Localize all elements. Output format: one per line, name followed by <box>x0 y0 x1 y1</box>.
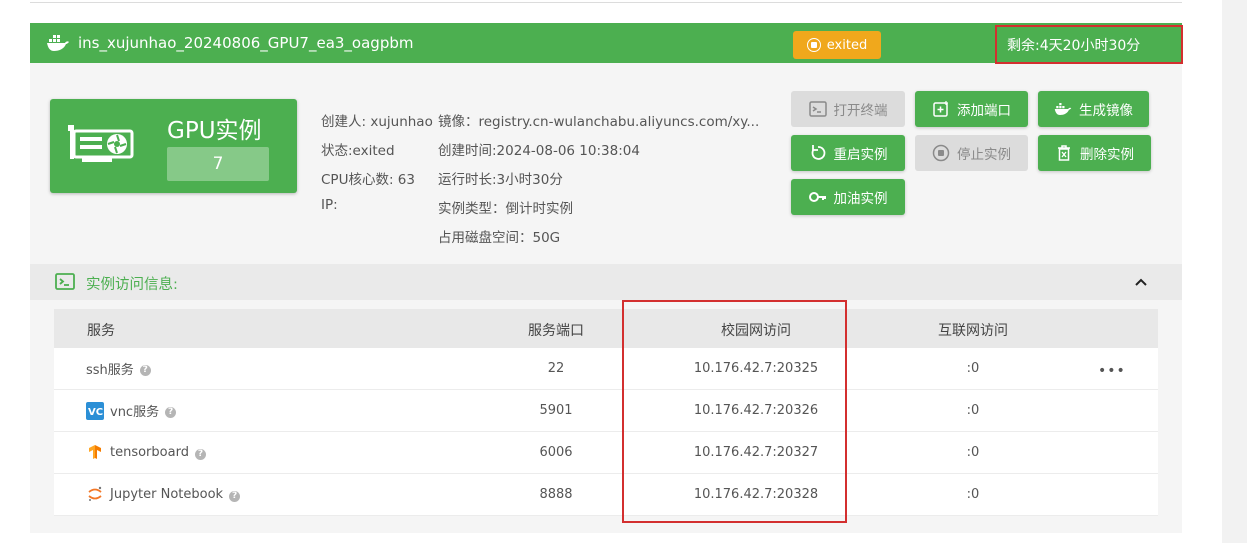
help-icon[interactable]: ? <box>165 407 177 418</box>
restart-instance-button[interactable]: 重启实例 <box>791 135 905 171</box>
key-icon <box>808 192 826 202</box>
port-cell: 8888 <box>539 487 573 502</box>
column-header-port: 服务端口 <box>528 323 584 339</box>
remaining-time: 剩余:4天20小时30分 <box>995 25 1183 64</box>
gpu-summary-card: GPU实例 7 <box>50 99 297 193</box>
service-name: Jupyter Notebook <box>110 486 224 502</box>
restart-icon <box>811 145 825 160</box>
created-time-info: 创建时间:2024-08-06 10:38:04 <box>438 143 640 159</box>
stop-instance-button[interactable]: 停止实例 <box>915 135 1028 171</box>
add-port-button[interactable]: 添加端口 <box>915 91 1028 127</box>
right-scroll-area <box>1222 0 1247 543</box>
port-cell: 22 <box>547 361 565 376</box>
instance-header: ins_xujunhao_20240806_GPU7_ea3_oagpbm ex… <box>30 23 1183 64</box>
gpu-count: 7 <box>167 147 269 181</box>
terminal-icon <box>55 273 75 290</box>
service-cell: ssh服务 ? <box>86 359 151 378</box>
disk-usage-info: 占用磁盘空间：50G <box>438 230 561 246</box>
service-name: ssh服务 <box>86 363 134 378</box>
internet-access-cell: :0 <box>966 403 980 418</box>
table-row: ssh服务 ? 22 10.176.42.7:20325 :0 ••• <box>54 348 1158 390</box>
help-icon[interactable]: ? <box>139 365 151 376</box>
instance-card: ins_xujunhao_20240806_GPU7_ea3_oagpbm ex… <box>30 23 1183 533</box>
creator-info: 创建人: xujunhao <box>321 114 433 130</box>
service-name: tensorboard <box>110 444 189 460</box>
refuel-instance-label: 加油实例 <box>833 191 888 207</box>
port-cell: 6006 <box>539 445 573 460</box>
stop-icon <box>932 144 950 162</box>
internet-access-cell: :0 <box>966 361 980 376</box>
service-cell: VC vnc服务 ? <box>86 401 177 420</box>
svg-text:VC: VC <box>88 407 103 418</box>
tensorflow-icon <box>86 443 104 461</box>
campus-access-highlight <box>622 300 847 523</box>
image-info: 镜像：registry.cn-wulanchabu.aliyuncs.com/x… <box>438 114 760 130</box>
state-info: 状态:exited <box>321 143 395 159</box>
internet-access-cell: :0 <box>966 445 980 460</box>
column-header-internet: 互联网访问 <box>938 323 1008 339</box>
ip-info: IP: <box>321 197 338 213</box>
gpu-title: GPU实例 <box>167 118 262 144</box>
stop-circle-icon <box>806 38 821 52</box>
help-icon[interactable]: ? <box>194 448 206 460</box>
open-terminal-label: 打开终端 <box>833 103 888 119</box>
more-options-icon[interactable]: ••• <box>1098 363 1126 379</box>
internet-access-cell: :0 <box>966 487 980 502</box>
build-image-label: 生成镜像 <box>1079 103 1133 119</box>
service-name: vnc服务 <box>110 405 160 420</box>
access-table: 服务 服务端口 校园网访问 互联网访问 ssh服务 ? 22 10.176.42… <box>54 309 1158 516</box>
runtime-info: 运行时长:3小时30分 <box>438 172 563 188</box>
top-divider <box>30 2 1182 3</box>
instance-name: ins_xujunhao_20240806_GPU7_ea3_oagpbm <box>78 34 414 52</box>
status-label: exited <box>826 37 868 53</box>
access-info-bar[interactable]: 实例访问信息: <box>30 264 1182 300</box>
service-cell: tensorboard ? <box>86 443 206 461</box>
chevron-up-icon[interactable] <box>1134 275 1148 289</box>
table-header: 服务 服务端口 校园网访问 互联网访问 <box>54 309 1158 348</box>
service-cell: Jupyter Notebook ? <box>86 485 241 503</box>
cpu-info: CPU核心数: 63 <box>321 172 415 188</box>
refuel-instance-button[interactable]: 加油实例 <box>791 179 905 215</box>
column-header-service: 服务 <box>87 323 115 339</box>
add-port-icon <box>933 101 948 117</box>
port-cell: 5901 <box>539 403 573 418</box>
delete-instance-button[interactable]: 删除实例 <box>1038 135 1151 171</box>
gpu-card-icon <box>68 125 134 162</box>
table-row: VC vnc服务 ? 5901 10.176.42.7:20326 :0 <box>54 390 1158 432</box>
status-badge: exited <box>793 31 881 59</box>
terminal-icon <box>808 101 827 117</box>
open-terminal-button[interactable]: 打开终端 <box>791 91 905 127</box>
add-port-label: 添加端口 <box>957 103 1011 119</box>
build-image-button[interactable]: 生成镜像 <box>1038 91 1149 127</box>
restart-instance-label: 重启实例 <box>833 147 888 163</box>
jupyter-icon <box>86 485 104 503</box>
table-row: Jupyter Notebook ? 8888 10.176.42.7:2032… <box>54 474 1158 516</box>
table-row: tensorboard ? 6006 10.176.42.7:20327 :0 <box>54 432 1158 474</box>
delete-instance-label: 删除实例 <box>1080 147 1134 163</box>
instance-type-info: 实例类型：倒计时实例 <box>438 201 573 217</box>
docker-icon <box>1054 103 1072 115</box>
vnc-icon: VC <box>86 401 104 420</box>
help-icon[interactable]: ? <box>229 490 241 502</box>
docker-icon <box>47 35 69 51</box>
stop-instance-label: 停止实例 <box>957 147 1011 163</box>
trash-icon <box>1058 145 1070 161</box>
access-info-title: 实例访问信息: <box>86 277 178 293</box>
